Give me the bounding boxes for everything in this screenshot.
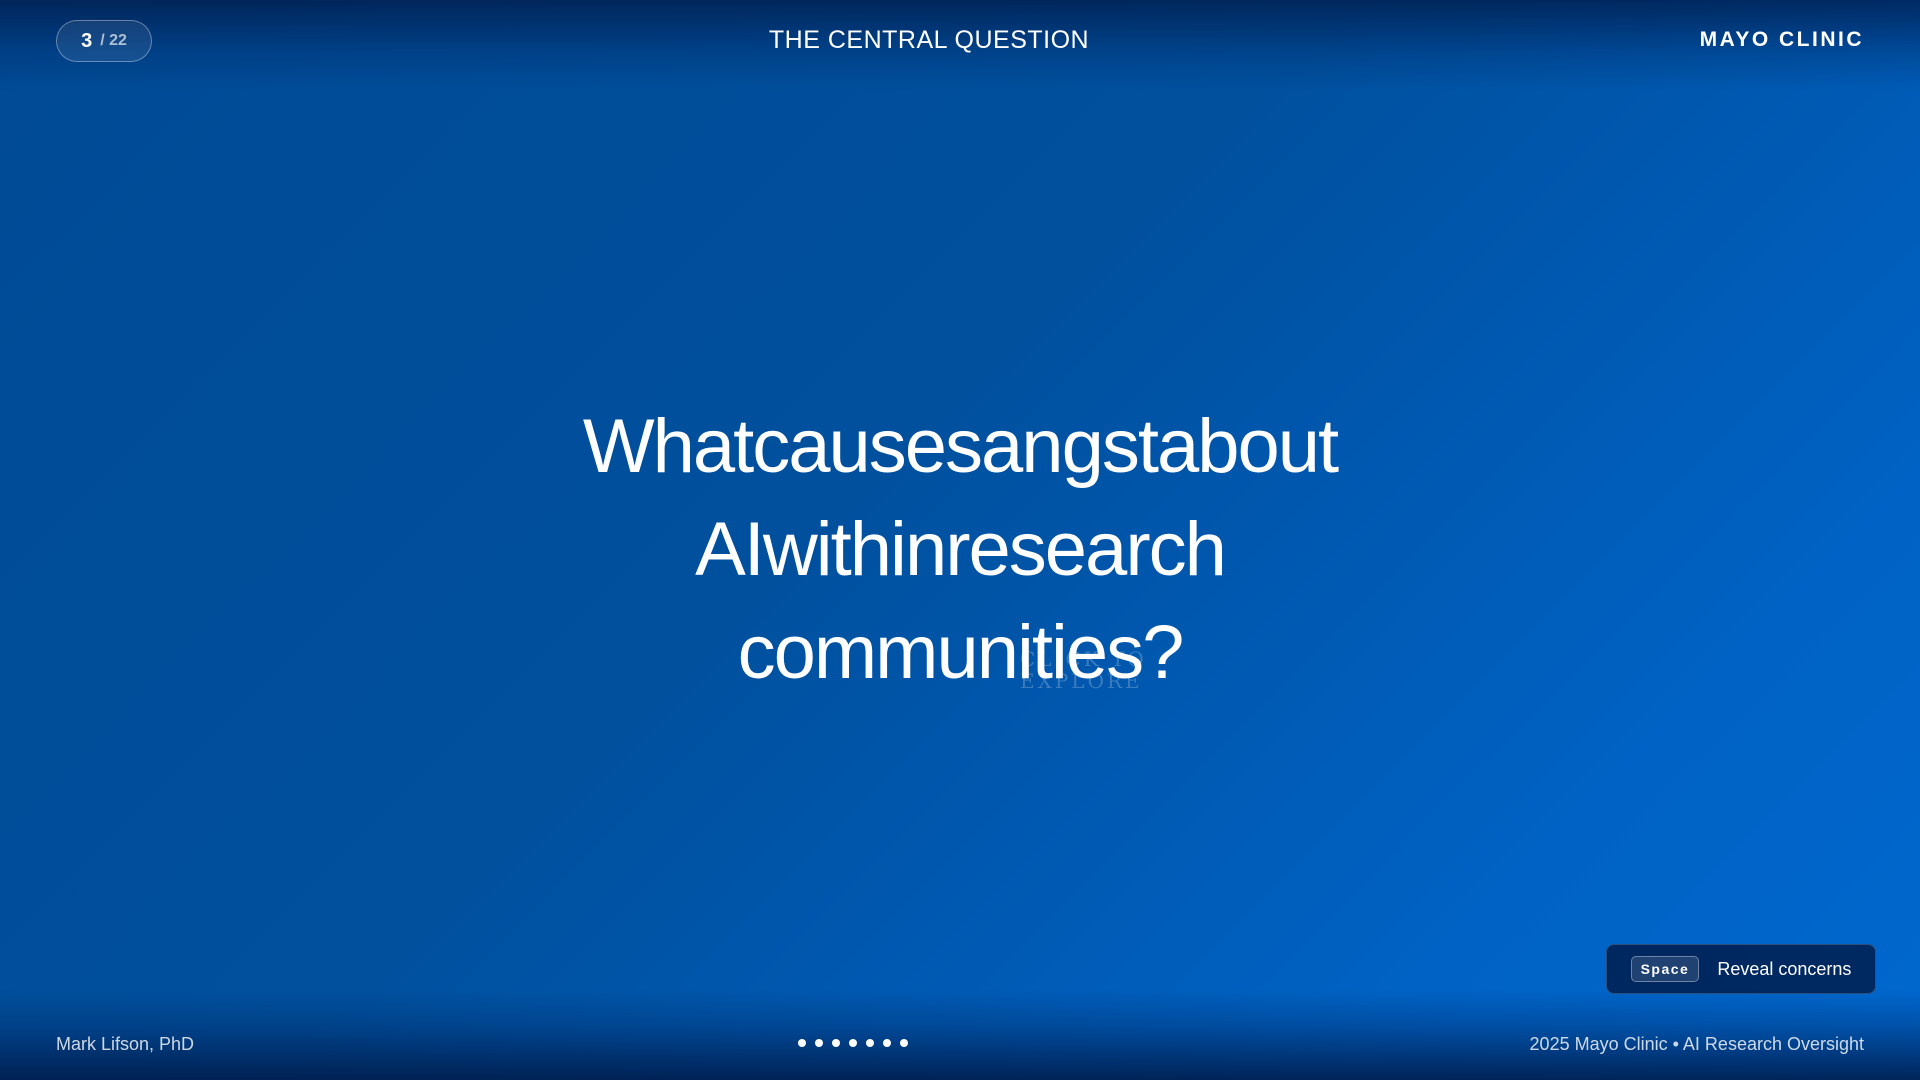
space-key-badge: Space (1630, 956, 1700, 982)
ghost-text-line: CLICK TO (1020, 647, 1147, 671)
ghost-text-line: EXPLORE (1020, 669, 1143, 693)
progress-dot[interactable] (883, 1039, 891, 1047)
brand-logo-text: MAYO CLINIC (1699, 28, 1864, 51)
reveal-concerns-label: Reveal concerns (1717, 958, 1852, 979)
progress-dot[interactable] (798, 1039, 806, 1047)
click-to-explore-hint[interactable]: CLICK TO EXPLORE (1020, 648, 1147, 692)
presenter-name: Mark Lifson, PhD (56, 1034, 195, 1054)
progress-dots (798, 1039, 908, 1047)
central-question: Whatcausesangstabout AIwithinresearch co… (460, 395, 1460, 704)
footer-copyright: 2025 Mayo Clinic • AI Research Oversight (1529, 1034, 1864, 1054)
reveal-concerns-button[interactable]: Space Reveal concerns (1606, 944, 1876, 994)
question-line: communities? (737, 610, 1185, 695)
progress-dot[interactable] (832, 1039, 840, 1047)
question-line: Whatcausesangstabout (582, 404, 1339, 489)
question-line: AIwithinresearch (695, 507, 1227, 592)
progress-dot[interactable] (815, 1039, 823, 1047)
progress-dot[interactable] (900, 1039, 908, 1047)
section-title: THE CENTRAL QUESTION (768, 26, 1090, 54)
progress-dot[interactable] (849, 1039, 857, 1047)
progress-dot[interactable] (866, 1039, 874, 1047)
